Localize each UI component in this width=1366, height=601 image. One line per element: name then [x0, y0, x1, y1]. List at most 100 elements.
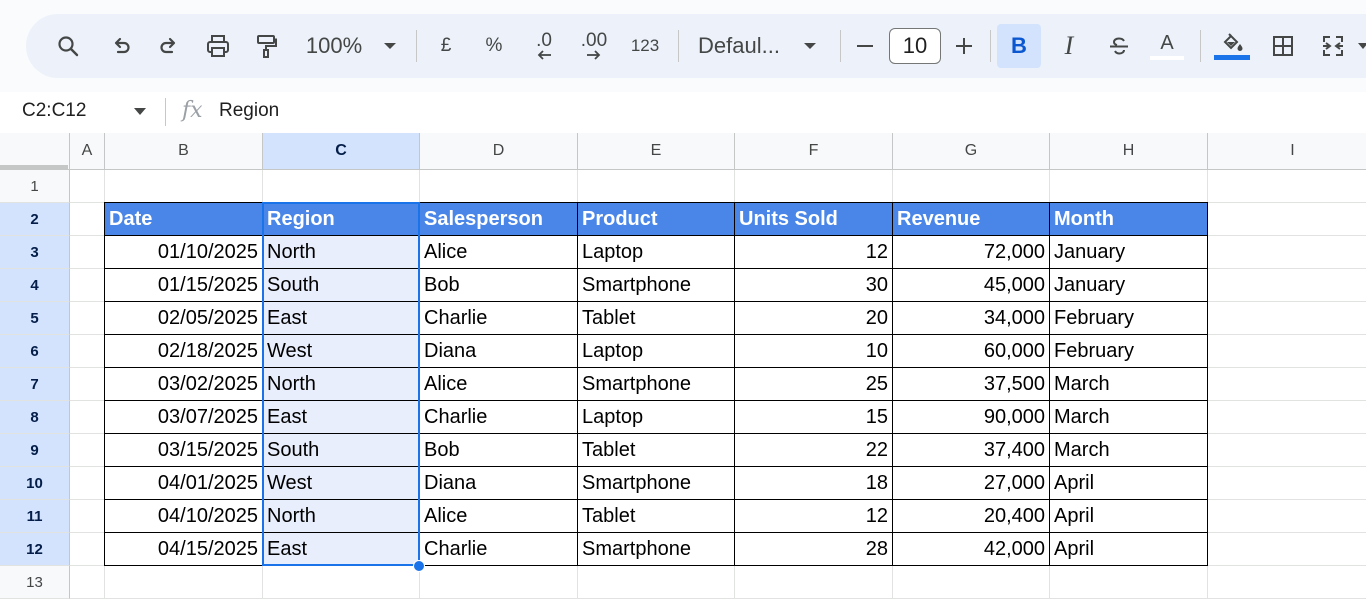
- row-header-4[interactable]: 4: [0, 269, 70, 302]
- row-header-6[interactable]: 6: [0, 335, 70, 368]
- cell-b13[interactable]: [105, 566, 263, 599]
- cell-f1[interactable]: [735, 170, 893, 203]
- row-header-12[interactable]: 12: [0, 533, 70, 566]
- more-formats-button[interactable]: 123: [626, 26, 664, 66]
- cell-i6[interactable]: [1208, 335, 1366, 368]
- cell-d11[interactable]: Alice: [420, 500, 578, 533]
- column-header-e[interactable]: E: [578, 133, 735, 170]
- cell-d8[interactable]: Charlie: [420, 401, 578, 434]
- row-header-11[interactable]: 11: [0, 500, 70, 533]
- zoom-dropdown-icon[interactable]: [380, 26, 400, 66]
- cell-a6[interactable]: [70, 335, 105, 368]
- cell-b8[interactable]: 03/07/2025: [105, 401, 263, 434]
- cell-g11[interactable]: 20,400: [893, 500, 1050, 533]
- cell-f12[interactable]: 28: [735, 533, 893, 566]
- cell-h8[interactable]: March: [1050, 401, 1208, 434]
- cell-e1[interactable]: [578, 170, 735, 203]
- cell-c2[interactable]: Region: [263, 203, 420, 236]
- column-header-b[interactable]: B: [105, 133, 263, 170]
- cell-d9[interactable]: Bob: [420, 434, 578, 467]
- cell-f5[interactable]: 20: [735, 302, 893, 335]
- cell-d1[interactable]: [420, 170, 578, 203]
- cell-a9[interactable]: [70, 434, 105, 467]
- increase-decimal-button[interactable]: .00: [574, 26, 614, 66]
- name-box[interactable]: C2:C12: [22, 100, 86, 122]
- font-size-input[interactable]: 10: [889, 28, 941, 64]
- cell-c9[interactable]: South: [263, 434, 420, 467]
- cell-h13[interactable]: [1050, 566, 1208, 599]
- print-icon[interactable]: [202, 26, 234, 66]
- cell-i5[interactable]: [1208, 302, 1366, 335]
- cell-d3[interactable]: Alice: [420, 236, 578, 269]
- select-all-corner[interactable]: [0, 133, 70, 170]
- formula-input[interactable]: Region: [219, 100, 279, 122]
- cell-g9[interactable]: 37,400: [893, 434, 1050, 467]
- undo-icon[interactable]: [105, 26, 137, 66]
- cell-h12[interactable]: April: [1050, 533, 1208, 566]
- cell-i9[interactable]: [1208, 434, 1366, 467]
- decrease-font-size-icon[interactable]: [852, 26, 878, 66]
- cell-a12[interactable]: [70, 533, 105, 566]
- fill-color-button[interactable]: [1214, 26, 1250, 66]
- strikethrough-icon[interactable]: [1104, 26, 1134, 66]
- cell-i3[interactable]: [1208, 236, 1366, 269]
- cell-h9[interactable]: March: [1050, 434, 1208, 467]
- cell-h11[interactable]: April: [1050, 500, 1208, 533]
- redo-icon[interactable]: [153, 26, 185, 66]
- cell-b10[interactable]: 04/01/2025: [105, 467, 263, 500]
- cell-a11[interactable]: [70, 500, 105, 533]
- column-header-g[interactable]: G: [893, 133, 1050, 170]
- cell-c7[interactable]: North: [263, 368, 420, 401]
- cell-g3[interactable]: 72,000: [893, 236, 1050, 269]
- cell-i7[interactable]: [1208, 368, 1366, 401]
- cell-b6[interactable]: 02/18/2025: [105, 335, 263, 368]
- row-header-3[interactable]: 3: [0, 236, 70, 269]
- cell-h10[interactable]: April: [1050, 467, 1208, 500]
- cell-f7[interactable]: 25: [735, 368, 893, 401]
- cell-e8[interactable]: Laptop: [578, 401, 735, 434]
- zoom-value[interactable]: 100%: [302, 26, 366, 66]
- cell-e6[interactable]: Laptop: [578, 335, 735, 368]
- cell-b12[interactable]: 04/15/2025: [105, 533, 263, 566]
- row-header-1[interactable]: 1: [0, 170, 70, 203]
- cell-b4[interactable]: 01/15/2025: [105, 269, 263, 302]
- row-header-7[interactable]: 7: [0, 368, 70, 401]
- cell-h4[interactable]: January: [1050, 269, 1208, 302]
- paint-format-icon[interactable]: [250, 26, 282, 66]
- row-header-2[interactable]: 2: [0, 203, 70, 236]
- fill-handle[interactable]: [413, 560, 425, 572]
- cell-c1[interactable]: [263, 170, 420, 203]
- cell-g4[interactable]: 45,000: [893, 269, 1050, 302]
- cell-g5[interactable]: 34,000: [893, 302, 1050, 335]
- cell-i8[interactable]: [1208, 401, 1366, 434]
- cell-a7[interactable]: [70, 368, 105, 401]
- cell-a10[interactable]: [70, 467, 105, 500]
- cell-g7[interactable]: 37,500: [893, 368, 1050, 401]
- increase-font-size-icon[interactable]: [951, 26, 977, 66]
- cell-f13[interactable]: [735, 566, 893, 599]
- cell-i13[interactable]: [1208, 566, 1366, 599]
- row-header-5[interactable]: 5: [0, 302, 70, 335]
- cell-d5[interactable]: Charlie: [420, 302, 578, 335]
- cell-d12[interactable]: Charlie: [420, 533, 578, 566]
- cell-h3[interactable]: January: [1050, 236, 1208, 269]
- cell-c5[interactable]: East: [263, 302, 420, 335]
- column-header-c[interactable]: C: [263, 133, 420, 170]
- cell-a5[interactable]: [70, 302, 105, 335]
- cell-g8[interactable]: 90,000: [893, 401, 1050, 434]
- cell-d7[interactable]: Alice: [420, 368, 578, 401]
- font-dropdown-icon[interactable]: [800, 26, 820, 66]
- merge-dropdown-icon[interactable]: [1356, 26, 1366, 66]
- cell-f3[interactable]: 12: [735, 236, 893, 269]
- cell-c11[interactable]: North: [263, 500, 420, 533]
- cell-h7[interactable]: March: [1050, 368, 1208, 401]
- cell-f2[interactable]: Units Sold: [735, 203, 893, 236]
- cell-i10[interactable]: [1208, 467, 1366, 500]
- cell-c13[interactable]: [263, 566, 420, 599]
- cell-b5[interactable]: 02/05/2025: [105, 302, 263, 335]
- cell-e5[interactable]: Tablet: [578, 302, 735, 335]
- cell-a3[interactable]: [70, 236, 105, 269]
- cell-h5[interactable]: February: [1050, 302, 1208, 335]
- cell-e13[interactable]: [578, 566, 735, 599]
- cell-e7[interactable]: Smartphone: [578, 368, 735, 401]
